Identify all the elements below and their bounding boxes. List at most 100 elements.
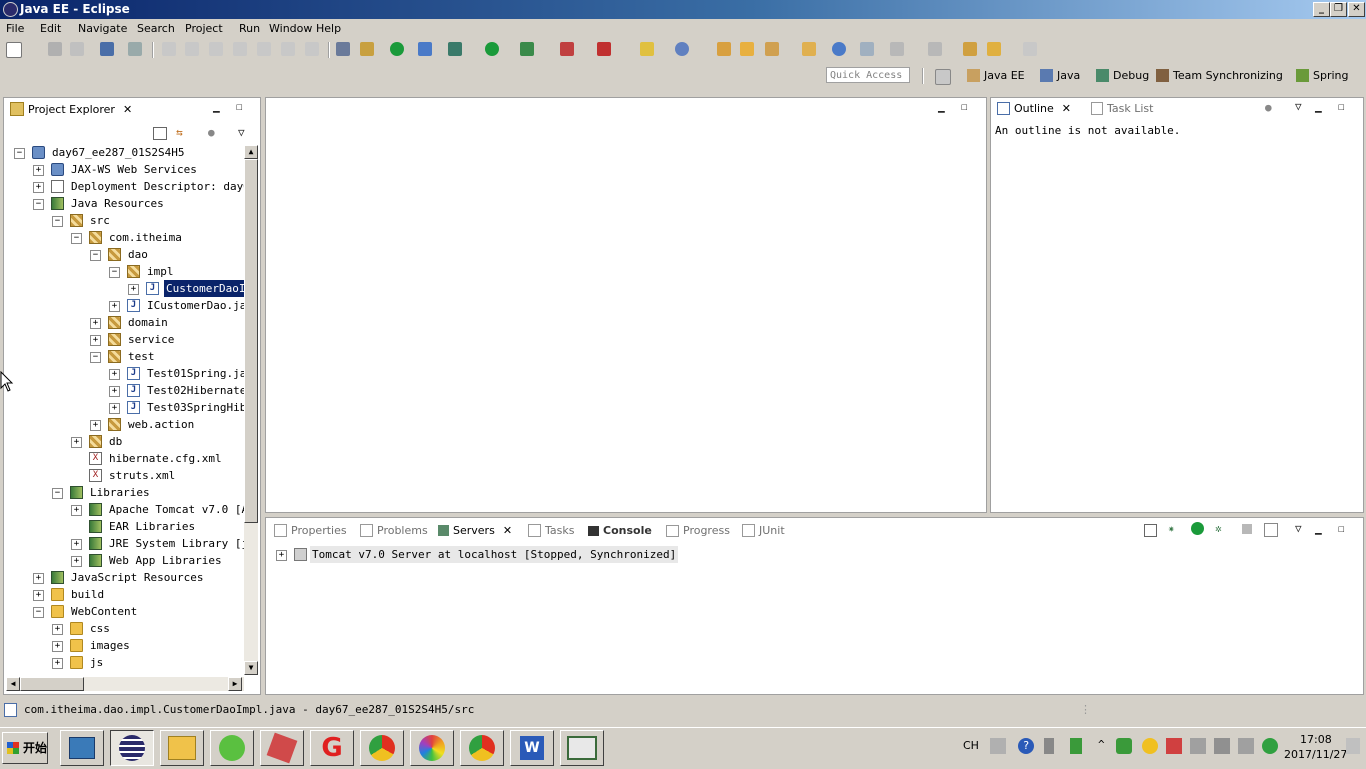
taskbar-app-g[interactable]: G	[310, 730, 354, 766]
new-package-icon[interactable]	[717, 42, 731, 56]
tree-item[interactable]: EAR Libraries	[71, 518, 244, 535]
new-icon[interactable]	[6, 42, 22, 58]
tray-expand-icon[interactable]: ^	[1098, 738, 1105, 751]
volume-icon[interactable]	[1238, 738, 1254, 754]
expand-toggle[interactable]: +	[52, 624, 63, 635]
previous-annotation-icon[interactable]	[928, 42, 942, 56]
menu-help[interactable]: Help	[316, 22, 341, 35]
expand-toggle[interactable]: +	[90, 335, 101, 346]
scroll-down-button[interactable]: ▼	[244, 661, 258, 675]
expand-toggle[interactable]: +	[109, 403, 120, 414]
disconnect-icon[interactable]	[233, 42, 247, 56]
maximize-view-icon[interactable]: ☐	[236, 100, 243, 113]
tree-item[interactable]: + images	[52, 637, 244, 654]
collapse-toggle[interactable]: −	[14, 148, 25, 159]
collapse-toggle[interactable]: −	[33, 199, 44, 210]
coverage-icon[interactable]	[520, 42, 534, 56]
taskbar-app-photos[interactable]	[410, 730, 454, 766]
tree-item[interactable]: + JRE System Library [jdk	[71, 535, 244, 552]
menu-project[interactable]: Project	[185, 22, 223, 35]
tree-item[interactable]: Xstruts.xml	[71, 467, 244, 484]
tab-junit[interactable]: JUnit	[742, 524, 785, 537]
debug-server-icon[interactable]: ✷	[1168, 522, 1175, 535]
taskbar-app-red[interactable]	[260, 730, 304, 766]
usb-icon[interactable]	[1190, 738, 1206, 754]
step-into-icon[interactable]	[257, 42, 271, 56]
tab-servers[interactable]: Servers ✕	[438, 524, 512, 537]
quick-access-input[interactable]: Quick Access	[826, 67, 910, 83]
action-center-icon[interactable]	[1346, 738, 1360, 754]
collapse-toggle[interactable]: −	[71, 233, 82, 244]
next-annotation-icon[interactable]	[890, 42, 904, 56]
tree-item[interactable]: + J ICustomerDao.jav:	[109, 297, 244, 314]
expand-toggle[interactable]: +	[33, 573, 44, 584]
step-over-icon[interactable]	[281, 42, 295, 56]
battery-icon[interactable]	[1070, 738, 1082, 754]
collapse-toggle[interactable]: −	[52, 216, 63, 227]
tree-item[interactable]: + db	[71, 433, 244, 450]
profile-server-icon[interactable]: ✲	[1215, 522, 1222, 535]
debug-icon[interactable]	[448, 42, 462, 56]
collapse-toggle[interactable]: −	[109, 267, 120, 278]
minimize-view-icon[interactable]: ▁	[1315, 100, 1322, 113]
tree-item[interactable]: − Libraries	[52, 484, 244, 501]
help-icon[interactable]: ?	[1018, 738, 1034, 754]
save-icon[interactable]	[48, 42, 62, 56]
publish-server-icon[interactable]	[1264, 523, 1278, 537]
close-tab-icon[interactable]: ✕	[503, 524, 512, 537]
tree-item[interactable]: + Apache Tomcat v7.0 [Apa	[71, 501, 244, 518]
start-server-icon[interactable]	[1191, 522, 1204, 535]
expand-toggle[interactable]: +	[71, 437, 82, 448]
taskbar-app-chrome[interactable]	[360, 730, 404, 766]
tree-vertical-scrollbar[interactable]: ▲ ▼	[244, 145, 258, 675]
open-type-icon[interactable]	[740, 42, 754, 56]
minimize-button[interactable]: _	[1313, 2, 1330, 17]
shield-icon[interactable]	[1116, 738, 1132, 754]
tree-item[interactable]: − day67_ee287_01S2S4H5	[14, 144, 244, 161]
ime-icon[interactable]	[1044, 738, 1054, 754]
perspective-java[interactable]: Java	[1040, 69, 1080, 82]
expand-toggle[interactable]: +	[90, 318, 101, 329]
expand-toggle[interactable]: +	[276, 550, 287, 561]
tree-item[interactable]: + Web App Libraries	[71, 552, 244, 569]
menu-run[interactable]: Run	[239, 22, 260, 35]
clock-time[interactable]: 17:08	[1300, 733, 1332, 746]
menu-edit[interactable]: Edit	[40, 22, 61, 35]
menu-file[interactable]: File	[6, 22, 24, 35]
editor-area[interactable]: ▁ ☐	[265, 97, 987, 513]
start-button[interactable]: 开始	[2, 732, 48, 764]
menu-navigate[interactable]: Navigate	[78, 22, 127, 35]
maximize-editor-icon[interactable]: ☐	[961, 100, 968, 113]
tree-item[interactable]: − dao	[90, 246, 244, 263]
tab-console[interactable]: Console	[588, 524, 652, 537]
open-perspective-icon[interactable]	[935, 69, 951, 85]
stop-server-icon[interactable]	[1242, 524, 1252, 534]
run-icon[interactable]	[485, 42, 499, 56]
new-server-icon[interactable]	[640, 42, 654, 56]
scroll-thumb[interactable]	[244, 159, 258, 523]
language-indicator[interactable]: CH	[963, 739, 979, 752]
tree-item[interactable]: + JAX-WS Web Services	[33, 161, 244, 178]
minimize-view-icon[interactable]: ▁	[1315, 522, 1322, 535]
expand-toggle[interactable]: +	[33, 165, 44, 176]
view-menu-chevron-icon[interactable]: ▽	[1295, 100, 1302, 113]
tab-outline[interactable]: Outline ✕	[997, 102, 1071, 115]
perspective-spring[interactable]: Spring	[1296, 69, 1349, 82]
close-button[interactable]: ✕	[1348, 2, 1365, 17]
step-return-icon[interactable]	[305, 42, 319, 56]
print-icon[interactable]	[100, 42, 114, 56]
tree-item[interactable]: + web.action	[90, 416, 244, 433]
open-task-icon[interactable]	[765, 42, 779, 56]
external-tools-icon[interactable]	[597, 42, 611, 56]
focus-icon[interactable]: ●	[1265, 101, 1272, 114]
expand-toggle[interactable]: +	[109, 369, 120, 380]
tree-item[interactable]: + service	[90, 331, 244, 348]
collapse-toggle[interactable]: −	[90, 352, 101, 363]
expand-toggle[interactable]: +	[128, 284, 139, 295]
maximize-view-icon[interactable]: ☐	[1338, 100, 1345, 113]
close-tab-icon[interactable]: ✕	[123, 103, 132, 116]
menu-window[interactable]: Window	[269, 22, 312, 35]
view-menu-chevron-icon[interactable]: ▽	[238, 126, 245, 139]
close-tab-icon[interactable]: ✕	[1062, 102, 1071, 115]
collapse-toggle[interactable]: −	[33, 607, 44, 618]
